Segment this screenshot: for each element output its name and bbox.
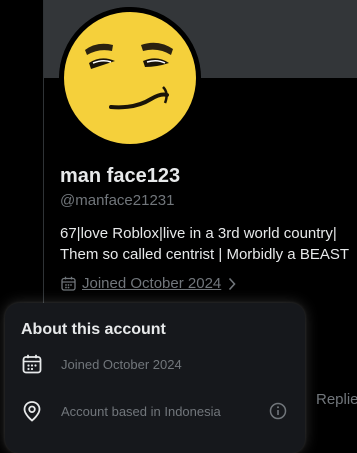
- user-handle: @manface21231: [60, 192, 175, 209]
- popover-location-row: Account based in Indonesia: [21, 400, 221, 422]
- bio-line: 67|love Roblox|live in a 3rd world count…: [60, 225, 337, 242]
- man-face-avatar: [59, 7, 201, 149]
- calendar-icon: [61, 276, 76, 291]
- bio-line: Them so called centrist | Morbidly a BEA…: [60, 246, 349, 263]
- avatar[interactable]: [59, 7, 201, 149]
- profile-bio: 67|love Roblox|live in a 3rd world count…: [60, 223, 355, 265]
- tab-replies[interactable]: Replie: [316, 391, 357, 408]
- info-icon[interactable]: [269, 402, 287, 420]
- chevron-right-icon: [229, 277, 236, 290]
- popover-location-text: Account based in Indonesia: [61, 403, 221, 419]
- location-pin-icon: [23, 401, 41, 422]
- popover-title: About this account: [21, 321, 166, 338]
- display-name: man face123: [60, 165, 181, 187]
- joined-date-row[interactable]: Joined October 2024: [61, 275, 237, 292]
- about-account-popover: About this account Joined October 2024 A…: [5, 303, 305, 453]
- popover-joined-row: Joined October 2024: [21, 353, 182, 375]
- joined-date-link[interactable]: Joined October 2024: [82, 275, 221, 292]
- popover-joined-text: Joined October 2024: [61, 356, 182, 372]
- calendar-icon: [22, 354, 42, 374]
